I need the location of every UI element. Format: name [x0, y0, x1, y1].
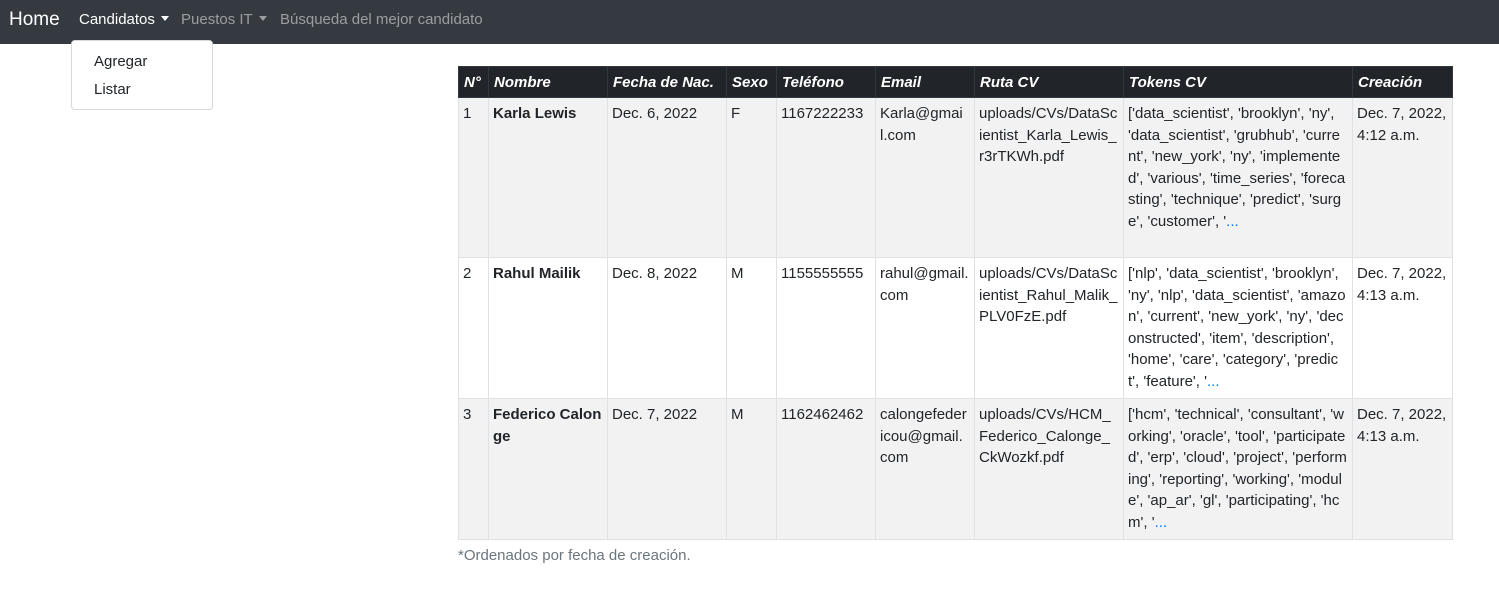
table-row: 2 Rahul Mailik Dec. 8, 2022 M 1155555555… — [458, 257, 1453, 399]
cell-n: 2 — [458, 257, 489, 399]
caret-down-icon — [160, 16, 169, 21]
cell-ruta-cv: uploads/CVs/DataScientist_Karla_Lewis_r3… — [974, 97, 1124, 258]
cell-tokens-cv: ['data_scientist', 'brooklyn', 'ny', 'da… — [1123, 97, 1353, 258]
header-sexo: Sexo — [726, 66, 777, 98]
cell-creacion: Dec. 7, 2022, 4:13 a.m. — [1352, 257, 1453, 399]
cell-sexo: M — [726, 398, 777, 540]
header-email: Email — [875, 66, 975, 98]
cell-tokens-cv: ['hcm', 'technical', 'consultant', 'work… — [1123, 398, 1353, 540]
cell-nombre: Federico Calonge — [488, 398, 608, 540]
header-telefono: Teléfono — [776, 66, 876, 98]
header-nombre: Nombre — [488, 66, 608, 98]
nav-candidatos-label: Candidatos — [79, 11, 155, 28]
table-row: 3 Federico Calonge Dec. 7, 2022 M 116246… — [458, 398, 1453, 540]
cell-email: Karla@gmail.com — [875, 97, 975, 258]
dropdown-item-agregar[interactable]: Agregar — [94, 53, 147, 71]
nav-busqueda-link[interactable]: Búsqueda del mejor candidato — [280, 11, 483, 29]
candidates-table: N° Nombre Fecha de Nac. Sexo Teléfono Em… — [458, 66, 1453, 540]
cell-creacion: Dec. 7, 2022, 4:12 a.m. — [1352, 97, 1453, 258]
tokens-more-link[interactable]: ... — [1226, 213, 1239, 230]
cell-ruta-cv: uploads/CVs/HCM_Federico_Calonge_CkWozkf… — [974, 398, 1124, 540]
nav-puestos-label: Puestos IT — [181, 11, 253, 28]
header-fecha-nac: Fecha de Nac. — [607, 66, 727, 98]
header-ruta-cv: Ruta CV — [974, 66, 1124, 98]
tokens-text: ['nlp', 'data_scientist', 'brooklyn', 'n… — [1128, 265, 1346, 390]
tokens-text: ['data_scientist', 'brooklyn', 'ny', 'da… — [1128, 105, 1346, 230]
header-tokens-cv: Tokens CV — [1123, 66, 1353, 98]
cell-n: 3 — [458, 398, 489, 540]
cell-telefono: 1167222233 — [776, 97, 876, 258]
dropdown-item-listar[interactable]: Listar — [94, 81, 131, 99]
cell-ruta-cv: uploads/CVs/DataScientist_Rahul_Malik_PL… — [974, 257, 1124, 399]
cell-n: 1 — [458, 97, 489, 258]
cell-sexo: M — [726, 257, 777, 399]
cell-telefono: 1162462462 — [776, 398, 876, 540]
cell-telefono: 1155555555 — [776, 257, 876, 399]
top-navbar: Home Candidatos Puestos IT Búsqueda del … — [0, 0, 1499, 44]
header-creacion: Creación — [1352, 66, 1453, 98]
cell-tokens-cv: ['nlp', 'data_scientist', 'brooklyn', 'n… — [1123, 257, 1353, 399]
cell-fecha-nac: Dec. 6, 2022 — [607, 97, 727, 258]
tokens-more-link[interactable]: ... — [1155, 514, 1168, 531]
cell-nombre: Karla Lewis — [488, 97, 608, 258]
candidatos-dropdown-menu: Agregar Listar — [71, 40, 213, 110]
tokens-more-link[interactable]: ... — [1207, 373, 1220, 390]
table-header-row: N° Nombre Fecha de Nac. Sexo Teléfono Em… — [458, 66, 1453, 98]
cell-email: rahul@gmail.com — [875, 257, 975, 399]
cell-email: calongefedericou@gmail.com — [875, 398, 975, 540]
cell-fecha-nac: Dec. 7, 2022 — [607, 398, 727, 540]
tokens-text: ['hcm', 'technical', 'consultant', 'work… — [1128, 406, 1347, 531]
cell-sexo: F — [726, 97, 777, 258]
cell-fecha-nac: Dec. 8, 2022 — [607, 257, 727, 399]
caret-down-icon — [258, 16, 267, 21]
cell-creacion: Dec. 7, 2022, 4:13 a.m. — [1352, 398, 1453, 540]
cell-nombre: Rahul Mailik — [488, 257, 608, 399]
sort-footnote: *Ordenados por fecha de creación. — [458, 547, 691, 564]
nav-puestos-dropdown[interactable]: Puestos IT — [181, 11, 267, 29]
nav-candidatos-dropdown[interactable]: Candidatos — [79, 11, 169, 29]
header-n: N° — [458, 66, 489, 98]
table-row: 1 Karla Lewis Dec. 6, 2022 F 1167222233 … — [458, 97, 1453, 258]
nav-home-link[interactable]: Home — [9, 9, 60, 31]
